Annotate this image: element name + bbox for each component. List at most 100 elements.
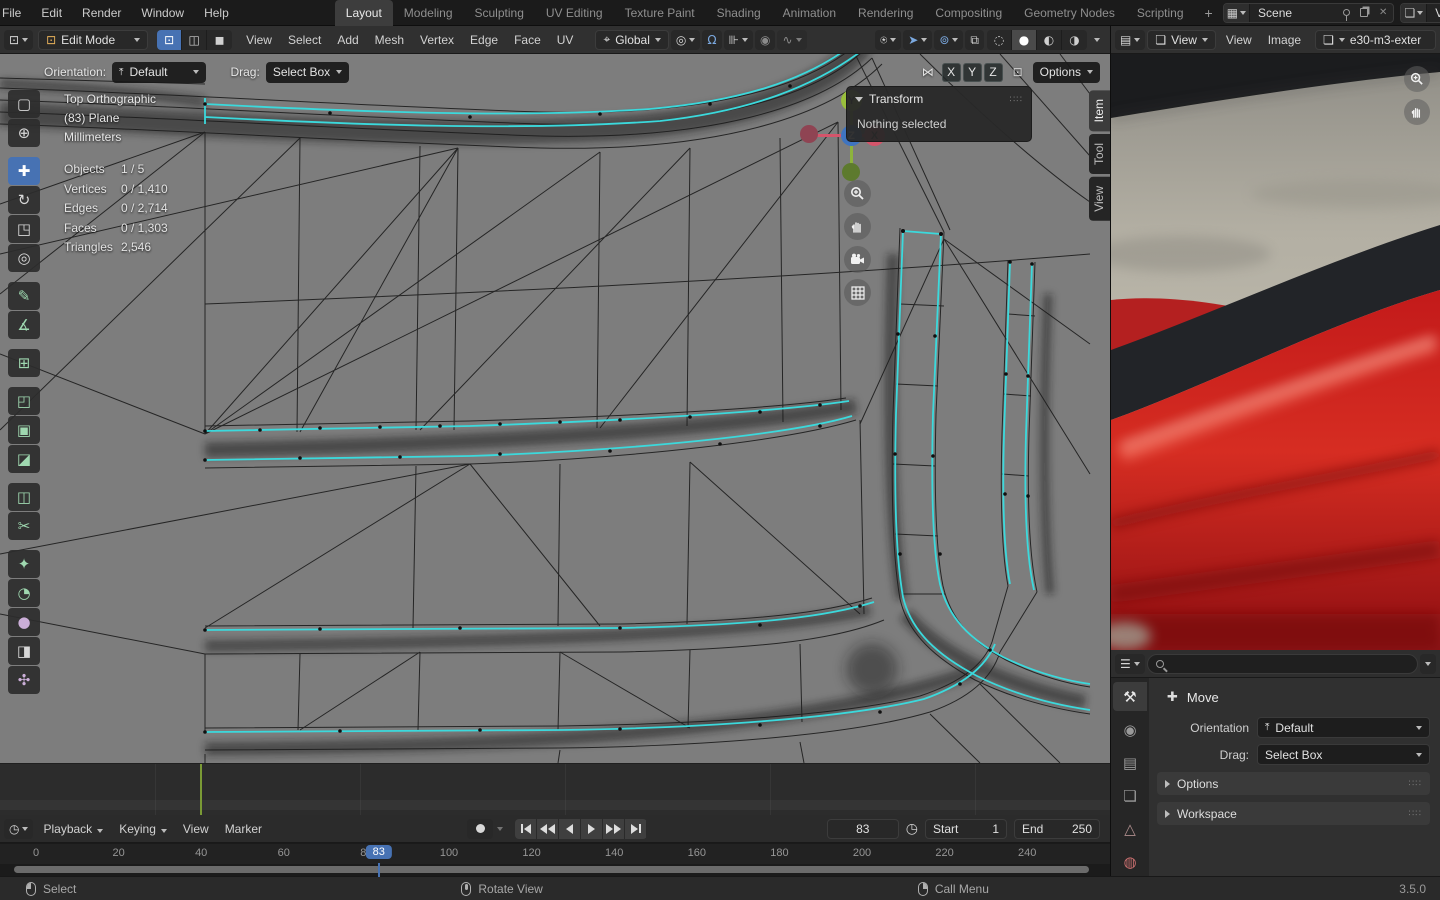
pin-icon[interactable]	[1343, 9, 1351, 21]
workspace-tab-animation[interactable]: Animation	[772, 0, 847, 26]
properties-search-input[interactable]	[1146, 653, 1418, 674]
editor-type-button[interactable]: ☰	[1115, 653, 1145, 674]
viewlayer-name[interactable]: ViewLayer	[1427, 6, 1440, 20]
transform-panel-header[interactable]: Transform ∷∷	[847, 87, 1031, 111]
mirror-icon[interactable]: ⋈	[922, 65, 934, 79]
viewlayer-selector[interactable]: ❏ ViewLayer ✕	[1400, 2, 1440, 23]
editor-type-button[interactable]: ◷	[4, 818, 34, 839]
workspace-tab-shading[interactable]: Shading	[706, 0, 772, 26]
timeline-ruler[interactable]: 02040608010012014016018020022024083	[0, 843, 1110, 877]
pan-button[interactable]	[844, 213, 871, 240]
scene-name[interactable]: Scene	[1250, 6, 1338, 20]
image-editor-canvas[interactable]	[1111, 54, 1440, 650]
viewport-menu-edge[interactable]: Edge	[462, 33, 506, 47]
orientation-dropdown[interactable]: ⤒ Default	[112, 61, 207, 83]
properties-options-button[interactable]	[1420, 653, 1436, 674]
workspace-tab-texture-paint[interactable]: Texture Paint	[614, 0, 706, 26]
timeline-marker-line[interactable]	[200, 764, 202, 815]
current-frame-field[interactable]: 83	[826, 818, 899, 839]
tool-transform[interactable]: ◎	[8, 244, 40, 272]
timeline-menu-keying[interactable]: Keying	[111, 822, 175, 836]
play-button[interactable]	[581, 818, 604, 839]
mirror-x-button[interactable]: X	[941, 62, 961, 82]
tool-smooth[interactable]: ●	[8, 608, 40, 636]
tool-inset-faces[interactable]: ▣	[8, 416, 40, 444]
editor-divider[interactable]	[1110, 26, 1111, 876]
workspace-tab-layout[interactable]: Layout	[334, 0, 393, 26]
viewport-menu-mesh[interactable]: Mesh	[367, 33, 412, 47]
jump-to-end-button[interactable]	[625, 818, 648, 839]
browse-scene-button[interactable]: ▦	[1223, 3, 1251, 22]
zoom-button[interactable]	[844, 180, 871, 207]
workspace-section[interactable]: Workspace ∷∷	[1157, 802, 1430, 825]
orientation-dropdown[interactable]: ⤒ Default	[1257, 717, 1430, 738]
workspace-tab-scripting[interactable]: Scripting	[1126, 0, 1195, 26]
mirror-z-button[interactable]: Z	[983, 62, 1003, 82]
zoom-button[interactable]	[1404, 66, 1430, 92]
browse-viewlayer-button[interactable]: ❏	[1401, 3, 1428, 22]
menu-help[interactable]: Help	[194, 2, 239, 24]
menu-window[interactable]: Window	[131, 2, 194, 24]
properties-tab-tool[interactable]: ⚒	[1113, 682, 1147, 711]
image-menu-image[interactable]: Image	[1260, 33, 1309, 47]
show-gizmo-dropdown[interactable]: ➤	[903, 29, 933, 50]
snap-base-icon[interactable]: ⊡	[1013, 65, 1023, 79]
toggle-orthographic-button[interactable]	[844, 279, 871, 306]
snap-settings-dropdown[interactable]: ⊪	[723, 29, 753, 50]
falloff-dropdown[interactable]: ∿	[777, 29, 807, 50]
tool-extrude-region[interactable]: ◰	[8, 387, 40, 415]
workspace-tab-geometry-nodes[interactable]: Geometry Nodes	[1013, 0, 1126, 26]
timeline-menu-view[interactable]: View	[175, 822, 217, 836]
viewport-menu-uv[interactable]: UV	[549, 33, 582, 47]
wireframe-shading-button[interactable]: ◌	[987, 29, 1012, 50]
properties-tab-world[interactable]: ◍	[1113, 847, 1147, 876]
solid-shading-button[interactable]: ●	[1012, 29, 1037, 50]
play-reverse-button[interactable]	[559, 818, 582, 839]
scrollbar-thumb[interactable]	[14, 866, 1089, 873]
copy-icon[interactable]	[1360, 8, 1369, 17]
properties-tab-view-layer[interactable]: ❏	[1113, 781, 1147, 810]
edge-select-button[interactable]: ◫	[182, 29, 208, 50]
close-icon[interactable]: ✕	[1373, 7, 1393, 18]
add-workspace-button[interactable]: +	[1195, 5, 1223, 21]
material-shading-button[interactable]: ◐	[1037, 29, 1062, 50]
tool-spin[interactable]: ◔	[8, 579, 40, 607]
viewport-menu-face[interactable]: Face	[506, 33, 549, 47]
timeline-menu-playback[interactable]: Playback	[35, 822, 111, 836]
tool-poly-build[interactable]: ✦	[8, 550, 40, 578]
snapping-toggle[interactable]: Ω	[702, 29, 722, 50]
timeline-scrollbar[interactable]	[0, 864, 1110, 876]
timeline-canvas[interactable]	[0, 763, 1110, 815]
editor-type-button[interactable]: ▤	[1115, 29, 1146, 50]
workspace-tab-compositing[interactable]: Compositing	[924, 0, 1013, 26]
transform-orientation-dropdown[interactable]: ⌖ Global	[595, 29, 669, 50]
xray-toggle[interactable]: ⧉	[965, 29, 984, 50]
drag-dropdown[interactable]: Select Box	[1257, 744, 1430, 765]
timeline-menu-marker[interactable]: Marker	[217, 822, 270, 836]
image-menu-view[interactable]: View	[1218, 33, 1260, 47]
viewport-menu-vertex[interactable]: Vertex	[412, 33, 462, 47]
menu-file[interactable]: File	[0, 2, 31, 24]
stopwatch-icon[interactable]: ◷	[906, 821, 918, 837]
keying-dropdown-chevron[interactable]	[497, 826, 504, 831]
menu-edit[interactable]: Edit	[31, 2, 72, 24]
viewport-menu-add[interactable]: Add	[329, 33, 366, 47]
workspace-tab-rendering[interactable]: Rendering	[847, 0, 924, 26]
workspace-tab-sculpting[interactable]: Sculpting	[464, 0, 535, 26]
next-keyframe-button[interactable]	[603, 818, 626, 839]
tool-cursor[interactable]: ⊕	[8, 119, 40, 147]
tool-knife[interactable]: ✂	[8, 512, 40, 540]
visibility-dropdown[interactable]: ⍟	[875, 29, 902, 50]
workspace-tab-uv-editing[interactable]: UV Editing	[535, 0, 614, 26]
pivot-point-dropdown[interactable]: ◎	[670, 29, 701, 50]
mirror-y-button[interactable]: Y	[962, 62, 982, 82]
tool-move[interactable]: ✚	[8, 157, 40, 185]
end-frame-field[interactable]: End 250	[1014, 818, 1100, 839]
tool-loop-cut[interactable]: ◫	[8, 483, 40, 511]
tool-rotate[interactable]: ↻	[8, 186, 40, 214]
auto-keying-toggle[interactable]	[467, 818, 494, 839]
mode-dropdown[interactable]: ⊡ Edit Mode	[38, 29, 149, 50]
editor-type-button[interactable]: ⊡	[4, 29, 34, 50]
tool-shrink-fatten[interactable]: ✣	[8, 666, 40, 694]
start-frame-field[interactable]: Start 1	[925, 818, 1007, 839]
